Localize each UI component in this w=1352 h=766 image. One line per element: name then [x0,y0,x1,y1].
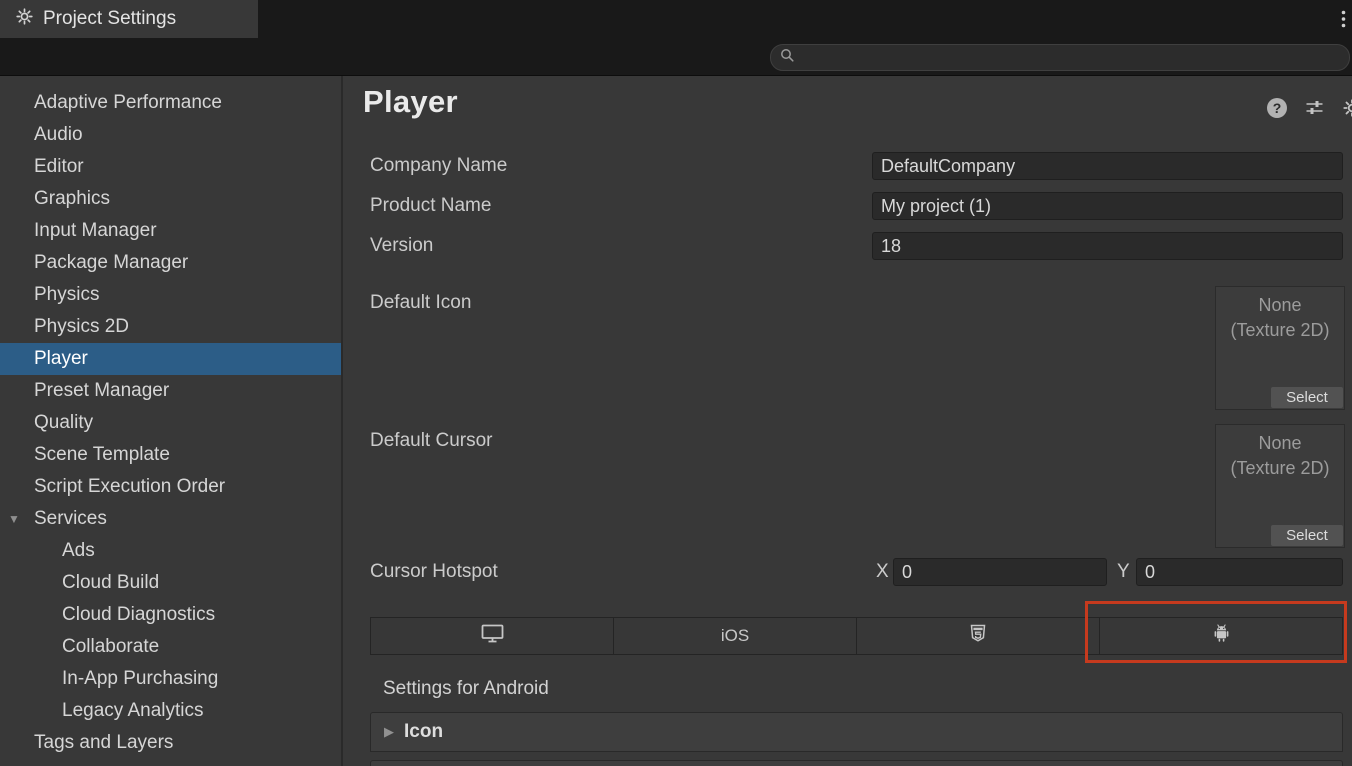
sidebar-item-quality[interactable]: Quality [0,407,341,439]
kebab-menu-icon[interactable] [1341,10,1346,33]
sidebar-item-label: Legacy Analytics [62,700,204,722]
hotspot-x-input[interactable] [893,558,1107,586]
html5-icon [970,624,986,648]
search-input[interactable] [801,48,1349,68]
sidebar-item-label: Physics [34,284,99,306]
android-icon [1211,623,1232,649]
default-icon-object-field[interactable]: None (Texture 2D) Select [1215,286,1345,410]
help-glyph: ? [1273,100,1282,116]
window-title: Project Settings [43,8,176,30]
sidebar-item-player[interactable]: Player [0,343,341,375]
company-name-input[interactable] [872,152,1343,180]
hotspot-y-input[interactable] [1136,558,1343,586]
default-icon-none-text: None (Texture 2D) [1216,293,1344,343]
toolbar [0,38,1352,76]
search-icon [780,48,794,67]
platform-tab-android[interactable] [1100,618,1342,654]
next-foldout-partial [370,760,1343,766]
sidebar-item-label: Collaborate [62,636,159,658]
sidebar-item-legacy-analytics[interactable]: Legacy Analytics [0,695,341,727]
sidebar-item-label: Preset Manager [34,380,169,402]
sidebar-item-label: Cloud Build [62,572,159,594]
sidebar-item-label: Services [34,508,107,530]
window-tab-project-settings[interactable]: Project Settings [0,0,258,38]
product-name-label: Product Name [370,192,491,220]
sidebar-item-adaptive-performance[interactable]: Adaptive Performance [0,87,341,119]
sidebar-item-label: Tags and Layers [34,732,173,754]
sidebar-item-label: Input Manager [34,220,157,242]
platform-tab-bar: iOS [370,617,1343,655]
sidebar-item-textmesh-pro[interactable]: TextMesh Pro [0,759,341,766]
sidebar-item-cloud-diagnostics[interactable]: Cloud Diagnostics [0,599,341,631]
sidebar-item-physics[interactable]: Physics [0,279,341,311]
monitor-icon [480,623,505,649]
hotspot-y-label: Y [1117,558,1130,586]
icon-foldout[interactable]: ▶ Icon [370,712,1343,752]
sidebar-item-tags-and-layers[interactable]: Tags and Layers [0,727,341,759]
sidebar-item-label: Cloud Diagnostics [62,604,215,626]
version-label: Version [370,232,433,260]
none-label: None [1216,431,1344,456]
ios-tab-label: iOS [721,626,749,646]
sidebar-item-input-manager[interactable]: Input Manager [0,215,341,247]
default-icon-label: Default Icon [370,289,471,317]
settings-sidebar: Adaptive Performance Audio Editor Graphi… [0,76,343,766]
sidebar-item-label: Package Manager [34,252,188,274]
platform-tab-standalone[interactable] [371,618,614,654]
sidebar-item-label: Physics 2D [34,316,129,338]
sidebar-item-ads[interactable]: Ads [0,535,341,567]
product-name-input[interactable] [872,192,1343,220]
sidebar-item-label: Editor [34,156,84,178]
foldout-expanded-icon[interactable]: ▼ [8,512,20,526]
titlebar: Project Settings [0,0,1352,38]
sidebar-item-label: Player [34,348,88,370]
gear-icon [16,8,33,30]
sidebar-item-label: Scene Template [34,444,170,466]
sidebar-item-preset-manager[interactable]: Preset Manager [0,375,341,407]
foldout-collapsed-icon: ▶ [384,724,394,740]
platform-tab-webgl[interactable] [857,618,1100,654]
default-cursor-select-button[interactable]: Select [1271,525,1343,546]
sidebar-item-cloud-build[interactable]: Cloud Build [0,567,341,599]
presets-icon[interactable] [1305,98,1324,122]
texture-type-label: (Texture 2D) [1216,318,1344,343]
cursor-hotspot-label: Cursor Hotspot [370,558,498,586]
company-name-label: Company Name [370,152,507,180]
platform-tab-ios[interactable]: iOS [614,618,857,654]
sidebar-item-label: Graphics [34,188,110,210]
sidebar-item-audio[interactable]: Audio [0,119,341,151]
version-input[interactable] [872,232,1343,260]
sidebar-item-package-manager[interactable]: Package Manager [0,247,341,279]
sidebar-item-editor[interactable]: Editor [0,151,341,183]
sidebar-item-scene-template[interactable]: Scene Template [0,439,341,471]
sidebar-item-label: In-App Purchasing [62,668,218,690]
default-cursor-object-field[interactable]: None (Texture 2D) Select [1215,424,1345,548]
help-icon[interactable]: ? [1267,98,1287,118]
search-field[interactable] [770,44,1350,71]
sidebar-item-script-execution-order[interactable]: Script Execution Order [0,471,341,503]
sidebar-item-graphics[interactable]: Graphics [0,183,341,215]
sidebar-item-services[interactable]: ▼ Services [0,503,341,535]
icon-foldout-label: Icon [404,721,443,743]
page-title: Player [363,84,458,120]
sidebar-item-label: Audio [34,124,83,146]
hotspot-x-label: X [876,558,889,586]
sidebar-item-label: Ads [62,540,95,562]
gear-icon[interactable] [1343,99,1352,122]
none-label: None [1216,293,1344,318]
sidebar-item-label: Adaptive Performance [34,92,222,114]
default-cursor-label: Default Cursor [370,427,493,455]
sidebar-item-label: Quality [34,412,93,434]
sidebar-item-label: Script Execution Order [34,476,225,498]
texture-type-label: (Texture 2D) [1216,456,1344,481]
default-icon-select-button[interactable]: Select [1271,387,1343,408]
sidebar-item-collaborate[interactable]: Collaborate [0,631,341,663]
settings-for-android-header: Settings for Android [383,678,549,700]
sidebar-item-in-app-purchasing[interactable]: In-App Purchasing [0,663,341,695]
default-cursor-none-text: None (Texture 2D) [1216,431,1344,481]
sidebar-item-physics-2d[interactable]: Physics 2D [0,311,341,343]
player-settings-panel: Player ? Company Name Product Name Versi… [343,76,1352,766]
